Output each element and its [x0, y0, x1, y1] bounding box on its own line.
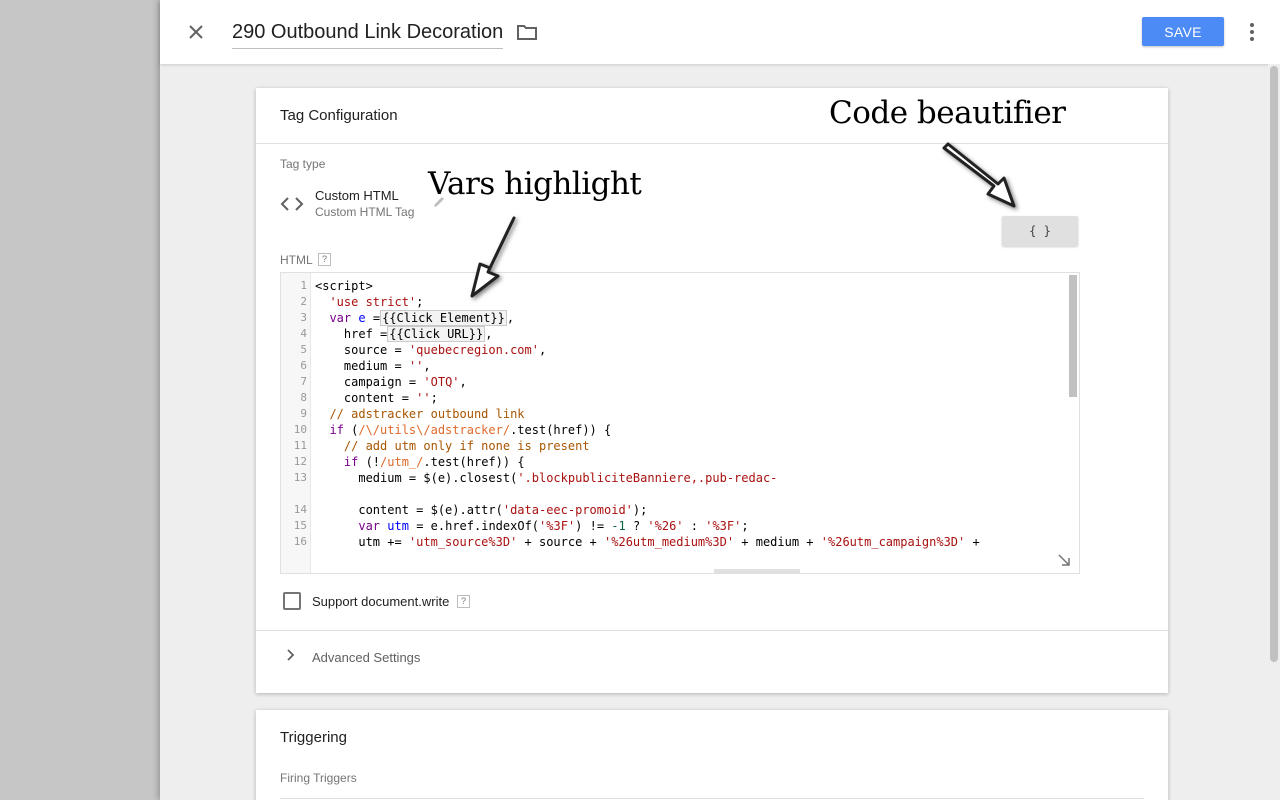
code-line: 1 <script> [300, 279, 373, 293]
code-line: 4 href = {{Click URL}}, [300, 326, 493, 342]
support-document-write-checkbox[interactable] [283, 592, 301, 610]
divider [256, 143, 1168, 144]
folder-icon[interactable] [516, 22, 538, 42]
annotation-code-beautifier: Code beautifier [829, 95, 1066, 131]
code-line: 8 content = ''; [300, 391, 438, 405]
code-icon [280, 197, 304, 211]
divider [280, 798, 1144, 799]
triggering-card: Triggering Firing Triggers [256, 710, 1168, 800]
more-vert-icon[interactable] [1242, 20, 1262, 44]
code-line: 2 'use strict'; [300, 295, 424, 309]
close-icon[interactable] [184, 20, 208, 44]
code-line: 9 // adstracker outbound link [300, 407, 525, 421]
annotation-vars-highlight: Vars highlight [428, 166, 642, 202]
code-beautifier-button[interactable]: { } [1002, 216, 1078, 246]
card-title: Tag Configuration [280, 107, 398, 124]
html-label: HTML [280, 253, 313, 267]
editor-scrollbar[interactable] [1069, 275, 1077, 397]
card-title: Triggering [280, 729, 347, 746]
code-line: 3 var e = {{Click Element}}, [300, 310, 515, 326]
arrow-icon [470, 216, 516, 298]
help-icon[interactable]: ? [318, 253, 331, 266]
code-line: 15 var utm = e.href.indexOf('%3F') != -1… [293, 519, 749, 533]
tag-type-label: Tag type [280, 157, 326, 171]
code-editor[interactable]: 1 <script> 2 'use strict'; 3 var e = {{Cli… [280, 272, 1080, 574]
gtm-variable-highlight: {{Click URL}} [387, 326, 486, 342]
tag-editor-panel: 290 Outbound Link Decoration SAVE Tag Co… [160, 0, 1280, 800]
code-line: 5 source = 'quebecregion.com', [300, 343, 547, 357]
code-line: 10 if (/\/utils\/adstracker/.test(href))… [293, 423, 612, 437]
editor-horizontal-scrollbar[interactable] [714, 569, 800, 573]
header-bar: 290 Outbound Link Decoration SAVE [160, 0, 1280, 64]
code-line: 7 campaign = 'OTQ', [300, 375, 467, 389]
code-line: 16 utm += 'utm_source%3D' + source + '%2… [293, 535, 980, 549]
resize-handle-icon[interactable] [1057, 553, 1071, 567]
chevron-right-icon[interactable] [286, 648, 296, 662]
tag-name-field[interactable]: 290 Outbound Link Decoration [232, 20, 504, 49]
arrow-icon [942, 142, 1016, 208]
code-line: 14 content = $(e).attr('data-eec-promoid… [293, 503, 648, 517]
tag-type-name[interactable]: Custom HTML [315, 188, 399, 203]
support-document-write-label: Support document.write [312, 594, 450, 609]
tag-type-subtitle: Custom HTML Tag [315, 205, 415, 219]
code-line: 13 medium = $(e).closest('.blockpublicit… [293, 471, 778, 485]
tag-configuration-card: Tag Configuration Tag type Custom HTML C… [256, 88, 1168, 693]
gtm-variable-highlight: {{Click Element}} [380, 310, 507, 326]
background-overlay [0, 0, 160, 800]
code-lines: 1 <script> 2 'use strict'; 3 var e = {{Cli… [281, 278, 1071, 566]
advanced-settings-toggle[interactable]: Advanced Settings [312, 650, 420, 665]
code-line: 11 // add utm only if none is present [293, 439, 590, 453]
save-button[interactable]: SAVE [1142, 17, 1224, 46]
code-line: 6 medium = '', [300, 359, 431, 373]
page-scroll-thumb[interactable] [1270, 66, 1278, 662]
firing-triggers-label: Firing Triggers [280, 771, 357, 785]
help-icon[interactable]: ? [457, 595, 470, 608]
code-line: 12 if (!/utm_/.test(href)) { [293, 455, 525, 469]
divider [256, 630, 1168, 631]
